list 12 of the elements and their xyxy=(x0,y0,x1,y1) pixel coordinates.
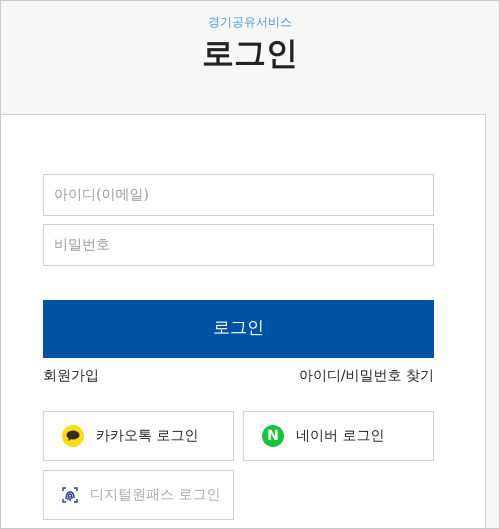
naver-icon: N xyxy=(262,425,284,447)
speech-bubble-icon xyxy=(62,425,84,447)
social-login-button[interactable]: N 네이버 로그인 xyxy=(243,411,434,461)
social-login-button[interactable]: 카카오톡 로그인 xyxy=(43,411,234,461)
signup-link[interactable]: 회원가입 xyxy=(43,366,99,387)
login-button[interactable]: 로그인 xyxy=(43,300,434,358)
fingerprint-icon xyxy=(62,487,78,503)
page-title: 로그인 xyxy=(202,33,298,74)
password-field[interactable]: 비밀번호 xyxy=(43,224,434,266)
service-name: 경기공유서비스 xyxy=(208,14,292,31)
id-field[interactable]: 아이디(이메일) xyxy=(43,174,434,216)
find-account-link[interactable]: 아이디/비밀번호 찾기 xyxy=(298,366,434,387)
